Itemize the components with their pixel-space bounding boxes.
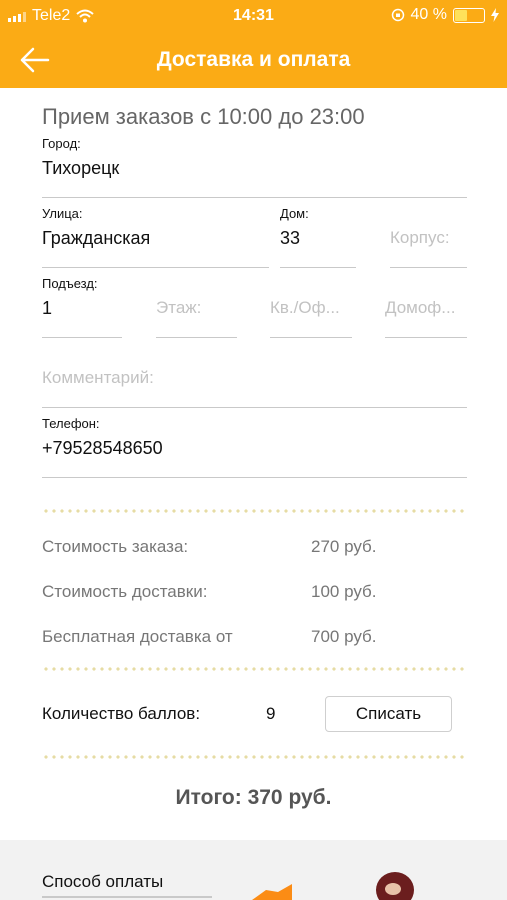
entrance-field[interactable]: Подъезд: 1 <box>42 276 122 338</box>
street-value: Гражданская <box>42 228 151 248</box>
dotted-divider <box>42 509 467 513</box>
points-value: 9 <box>266 704 276 723</box>
dotted-divider <box>42 667 467 671</box>
house-value: 33 <box>280 228 301 248</box>
street-field[interactable]: Улица: Гражданская <box>42 206 269 268</box>
dotted-divider <box>42 755 467 759</box>
delivery-cost-label: Стоимость доставки: <box>42 582 208 601</box>
street-label: Улица: <box>42 206 83 221</box>
charging-icon <box>491 8 499 22</box>
house-field[interactable]: Дом: 33 <box>280 206 356 268</box>
order-cost-value: 270 руб. <box>311 537 377 556</box>
battery-icon <box>453 7 485 23</box>
apartment-placeholder: Кв./Оф... <box>270 298 340 317</box>
payment-method-underline <box>42 896 212 898</box>
phone-field[interactable]: Телефон: +79528548650 <box>42 416 467 478</box>
order-total: Итого: 370 руб. <box>175 786 332 809</box>
house-label: Дом: <box>280 206 309 221</box>
battery-percent: 40 % <box>410 6 447 23</box>
courier-avatar-icon[interactable] <box>372 872 418 900</box>
delivery-cost-value: 100 руб. <box>311 582 377 601</box>
free-delivery-value: 700 руб. <box>311 627 377 646</box>
intercom-field[interactable]: Домоф... <box>385 276 467 338</box>
intercom-placeholder: Домоф... <box>385 298 456 317</box>
floor-field[interactable]: Этаж: <box>156 276 237 338</box>
nav-bar: Доставка и оплата <box>0 32 507 88</box>
phone-label: Телефон: <box>42 416 100 431</box>
building-field[interactable]: Корпус: <box>390 206 467 268</box>
city-label: Город: <box>42 136 81 151</box>
page-title: Доставка и оплата <box>156 48 351 71</box>
redeem-points-button[interactable]: Списать <box>325 696 452 732</box>
comment-field[interactable]: Комментарий: <box>42 346 467 408</box>
city-field[interactable]: Город: Тихорецк <box>42 136 467 198</box>
city-value: Тихорецк <box>42 158 120 178</box>
rotation-lock-icon <box>391 8 404 22</box>
floor-placeholder: Этаж: <box>156 298 202 317</box>
status-bar: Tele2 14:31 40 % <box>0 0 507 32</box>
points-label: Количество баллов: <box>42 704 201 723</box>
payment-method-label: Способ оплаты <box>42 872 164 891</box>
phone-value: +79528548650 <box>42 438 163 458</box>
cash-payment-icon[interactable] <box>252 884 292 900</box>
comment-placeholder: Комментарий: <box>42 368 154 387</box>
entrance-value: 1 <box>42 298 53 318</box>
entrance-label: Подъезд: <box>42 276 98 291</box>
order-hours: Прием заказов с 10:00 до 23:00 <box>42 104 365 129</box>
building-placeholder: Корпус: <box>390 228 450 247</box>
order-cost-label: Стоимость заказа: <box>42 537 189 556</box>
free-delivery-label: Бесплатная доставка от <box>42 627 233 646</box>
apartment-field[interactable]: Кв./Оф... <box>270 276 352 338</box>
